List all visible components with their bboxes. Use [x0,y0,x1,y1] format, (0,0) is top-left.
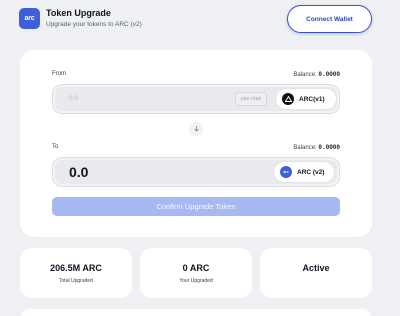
app-header: arc Token Upgrade Upgrade your tokens to… [0,0,400,40]
from-balance: Balance: 0.0000 [293,71,340,78]
to-amount-field: 0.0 arc ARC (v2) [52,157,340,187]
arc-v2-icon: arc [280,166,292,178]
to-token-display: arc ARC (v2) [273,161,335,183]
upgrade-card: From Balance: 0.0000 0.0 use max ARC(v1)… [20,50,372,237]
from-amount-field[interactable]: 0.0 use max ARC(v1) [52,84,340,114]
from-token-selector[interactable]: ARC(v1) [275,88,337,110]
arrow-down-icon [193,125,200,134]
page-title: Token Upgrade [46,8,111,18]
to-label: To [52,144,59,150]
stat-total-upgraded: 206.5M ARC Total Upgraded [20,248,132,298]
arc-logo: arc [19,8,40,29]
from-label: From [52,71,66,77]
stat-value: 206.5M ARC [50,263,102,273]
swap-direction-button[interactable] [189,122,203,136]
to-amount-value: 0.0 [69,164,89,180]
status-value: Active [302,263,330,273]
stat-value: 0 ARC [182,263,210,273]
page-subtitle: Upgrade your tokens to ARC (v2) [46,21,142,28]
to-balance: Balance: 0.0000 [293,144,340,151]
stat-status: Active [260,248,372,298]
from-token-label: ARC(v1) [299,95,325,103]
bottom-panel [20,309,372,316]
from-balance-value: 0.0000 [318,71,340,78]
stat-your-upgraded: 0 ARC Your Upgraded [140,248,252,298]
use-max-button[interactable]: use max [235,92,267,106]
to-token-label: ARC (v2) [297,168,325,176]
connect-wallet-button[interactable]: Connect Wallet [287,5,372,33]
arc-v1-icon [282,93,294,105]
confirm-upgrade-button[interactable]: Confirm Upgrade Token [52,197,340,216]
stat-label: Total Upgraded [59,278,93,284]
stat-label: Your Upgraded [179,278,213,284]
to-balance-label: Balance: [293,145,317,151]
to-balance-value: 0.0000 [318,144,340,151]
from-balance-label: Balance: [293,72,317,78]
from-amount-input[interactable]: 0.0 [69,95,78,102]
